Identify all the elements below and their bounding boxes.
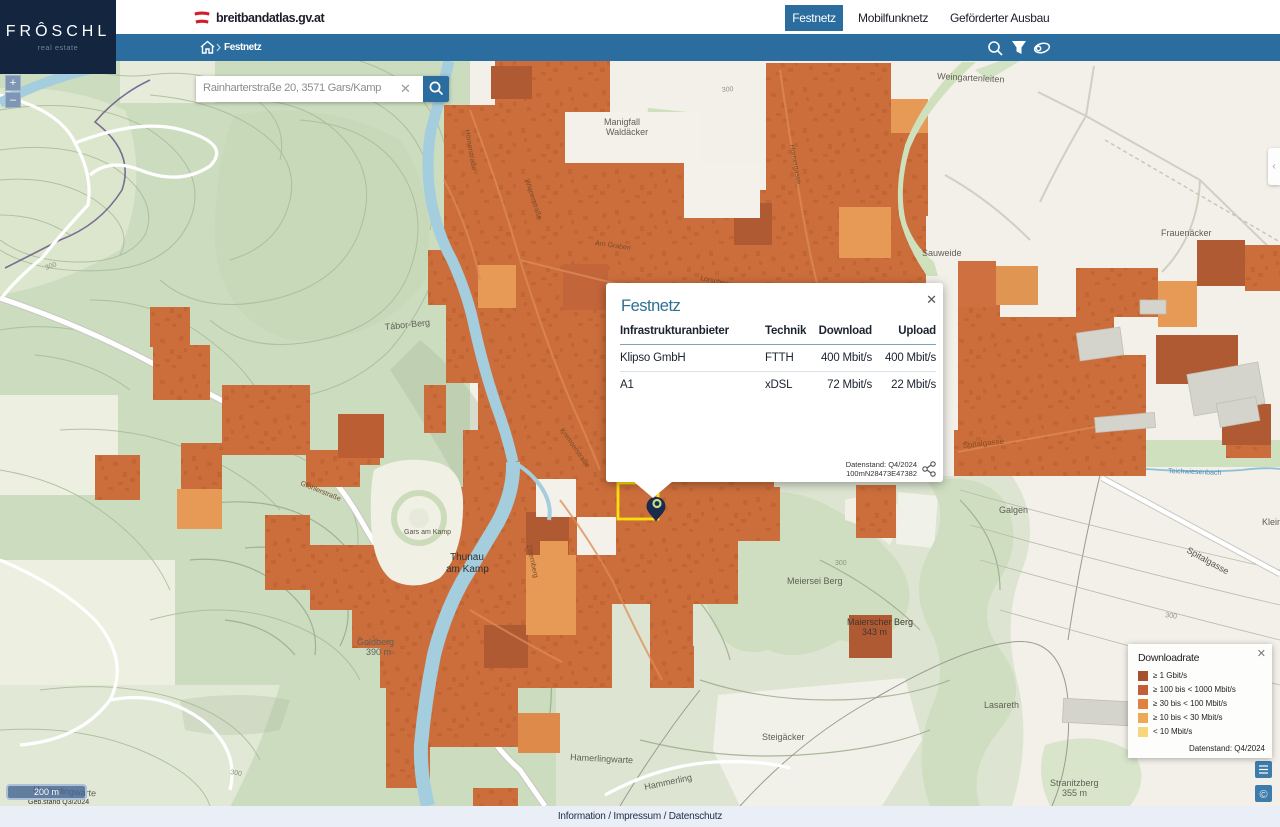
svg-text:Lasareth: Lasareth [984,700,1019,710]
svg-text:390 m: 390 m [366,647,391,657]
svg-text:300: 300 [835,560,847,567]
svg-text:Stranitzberg: Stranitzberg [1050,778,1099,788]
svg-text:am Kamp: am Kamp [446,564,489,575]
svg-text:Meiersei Berg: Meiersei Berg [787,576,843,586]
svg-text:Goldberg: Goldberg [357,637,394,647]
svg-text:Maierscher Berg: Maierscher Berg [847,617,913,627]
svg-text:300: 300 [722,86,734,94]
svg-text:Sauweide: Sauweide [922,248,962,258]
svg-text:355 m: 355 m [1062,788,1087,798]
svg-text:Steigäcker: Steigäcker [762,732,805,742]
svg-text:Frauenäcker: Frauenäcker [1161,228,1212,238]
svg-text:343 m: 343 m [862,627,887,637]
svg-text:Gars am Kamp: Gars am Kamp [404,529,451,536]
svg-text:Galgen: Galgen [999,505,1028,515]
svg-text:Waldäcker: Waldäcker [606,127,648,137]
svg-text:Klein: Klein [1262,517,1280,527]
svg-text:Manigfall: Manigfall [604,117,640,127]
svg-text:Thunau: Thunau [450,552,484,563]
